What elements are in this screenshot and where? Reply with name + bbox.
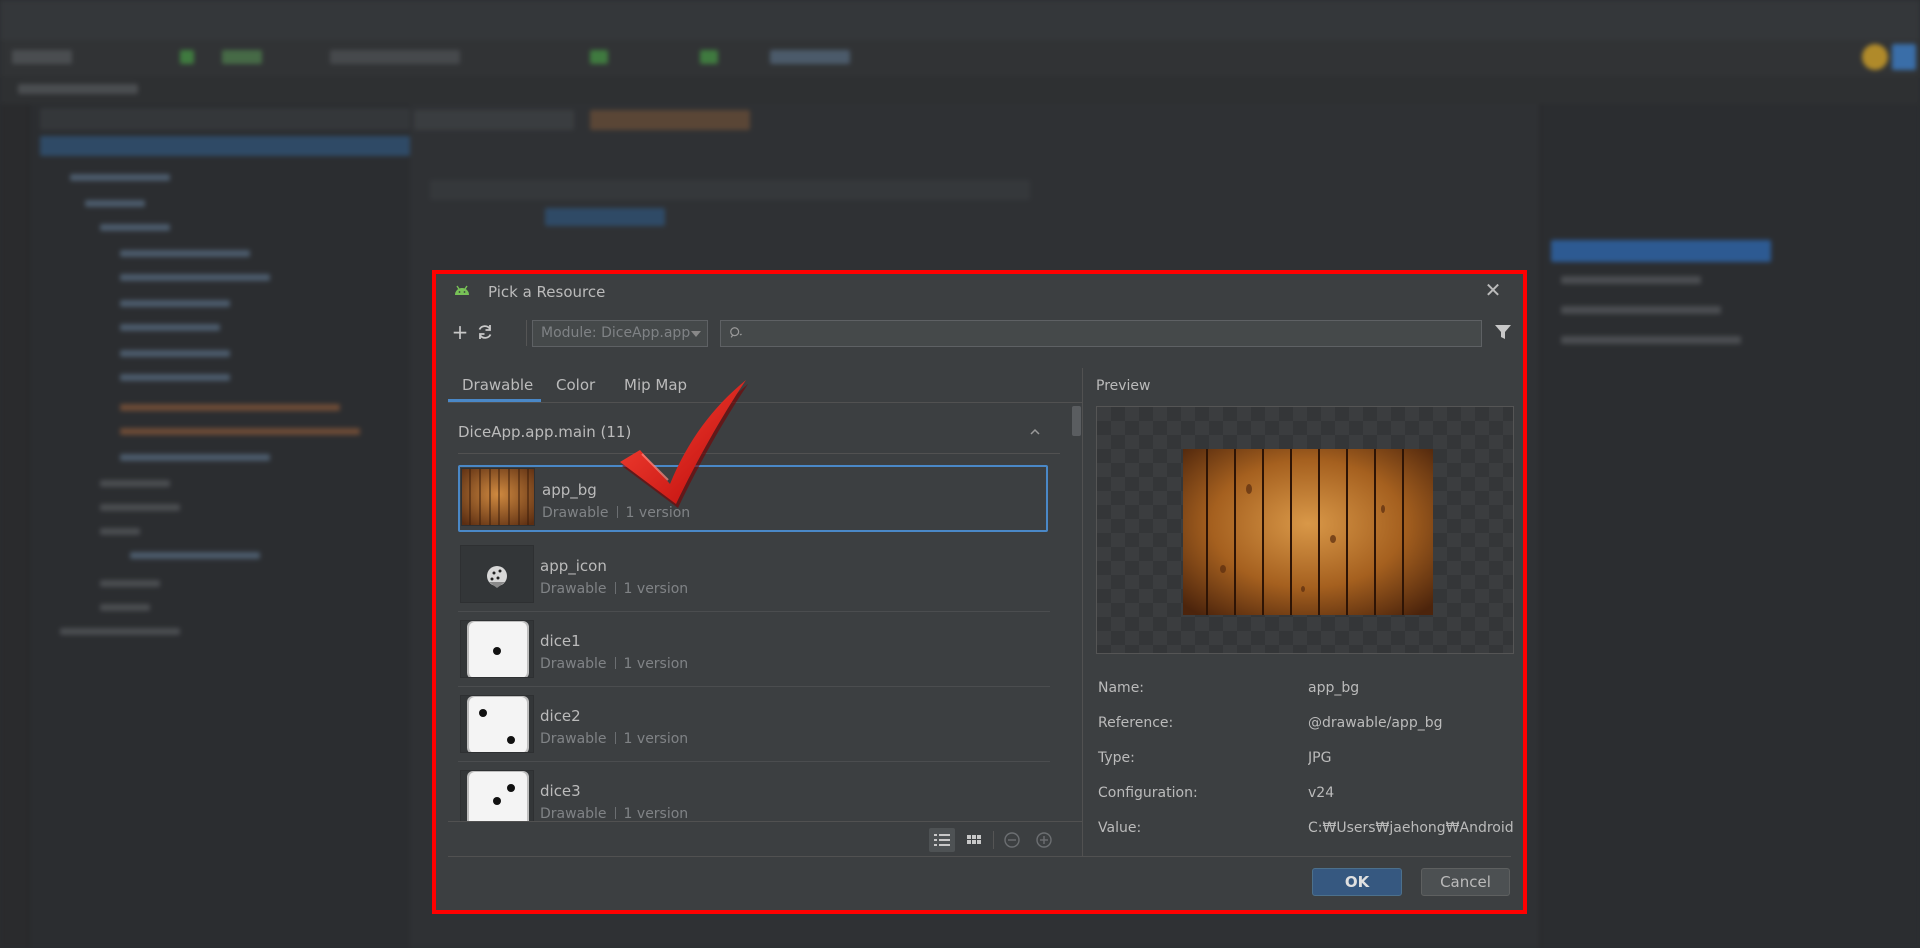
resource-thumbnail [461,468,535,526]
cancel-button[interactable]: Cancel [1421,868,1510,896]
property-value: app_bg [1308,680,1360,696]
close-icon[interactable]: ✕ [1483,280,1503,300]
tab-mip-map[interactable]: Mip Map [624,376,687,394]
resource-meta: Drawable 1 version [540,731,689,747]
ide-breadcrumb [0,76,1920,104]
toolbar-separator [526,320,527,346]
group-divider [458,453,1060,454]
panel-divider [1082,368,1083,856]
dialog-titlebar: Pick a Resource ✕ [436,274,1523,308]
list-scrollbar[interactable] [1072,406,1081,436]
resource-name: dice3 [540,782,581,800]
list-item[interactable]: app_icon Drawable 1 version [458,543,1050,612]
pick-resource-dialog: Pick a Resource ✕ + Module: DiceApp.app [432,270,1527,914]
property-key: Reference: [1098,715,1174,731]
resource-meta: Drawable 1 version [540,656,689,672]
property-key: Name: [1098,680,1145,696]
dialog-title: Pick a Resource [488,283,606,301]
dice-two-icon [467,696,529,752]
android-icon [455,285,469,295]
dice-icon [487,566,507,588]
property-row: Value: C:₩Users₩jaehong₩Android... [1098,820,1518,840]
dialog-toolbar: + Module: DiceApp.app [436,308,1523,356]
property-value: C:₩Users₩jaehong₩Android... [1308,820,1514,836]
chevron-down-icon [691,331,701,337]
tab-color[interactable]: Color [556,376,595,394]
property-key: Configuration: [1098,785,1198,801]
resource-meta: Drawable 1 version [542,505,691,521]
resource-thumbnail [460,770,534,821]
ide-attributes-panel [1540,104,1920,948]
property-value: @drawable/app_bg [1308,715,1443,731]
tab-active-indicator [448,399,541,402]
resource-meta: Drawable 1 version [540,581,689,597]
resource-thumbnail [460,545,534,603]
search-field[interactable] [720,320,1482,347]
preview-image [1183,449,1433,615]
property-row: Configuration: v24 [1098,785,1518,805]
bottom-bar-separator [993,831,994,849]
resource-name: dice2 [540,707,581,725]
search-input[interactable] [751,323,1475,346]
zoom-in-icon[interactable] [1035,831,1053,849]
search-icon [730,327,743,338]
preview-label: Preview [1096,378,1151,394]
dice-three-icon [467,771,529,821]
item-divider [458,761,1050,762]
refresh-icon[interactable] [476,323,494,341]
zoom-out-icon[interactable] [1003,831,1021,849]
resource-thumbnail [460,695,534,753]
resource-name: dice1 [540,632,581,650]
list-item[interactable]: app_bg Drawable 1 version [458,465,1048,532]
chevron-up-icon[interactable] [1030,427,1040,437]
resource-meta: Drawable 1 version [540,806,689,821]
ide-project-panel [0,104,411,948]
module-dropdown[interactable]: Module: DiceApp.app [532,320,708,347]
list-item[interactable]: dice3 Drawable 1 version [458,768,1048,821]
property-row: Type: JPG [1098,750,1518,770]
list-bottom-bar [448,821,1082,858]
footer-divider [448,856,1511,857]
grid-view-icon[interactable] [961,828,987,852]
dice-one-icon [467,621,529,677]
property-key: Type: [1098,750,1135,766]
ide-menubar [0,0,1920,40]
resource-list: DiceApp.app.main (11) app_bg Drawable 1 … [448,403,1070,821]
resource-thumbnail [460,620,534,678]
property-key: Value: [1098,820,1142,836]
filter-icon[interactable] [1494,323,1512,341]
ide-toolbar [0,40,1920,76]
item-divider [458,686,1050,687]
group-header: DiceApp.app.main (11) [458,423,632,441]
list-item[interactable]: dice1 Drawable 1 version [458,618,1050,687]
property-value: v24 [1308,785,1335,801]
property-value: JPG [1308,750,1332,766]
ok-button[interactable]: OK [1312,868,1402,896]
resource-name: app_bg [542,481,597,499]
add-icon[interactable]: + [448,320,472,344]
property-row: Reference: @drawable/app_bg [1098,715,1518,735]
module-dropdown-value: Module: DiceApp.app [541,325,691,341]
item-divider [458,611,1050,612]
property-row: Name: app_bg [1098,680,1518,700]
resource-tabs: Drawable Color Mip Map [448,368,1082,403]
resource-name: app_icon [540,557,607,575]
tab-drawable[interactable]: Drawable [462,376,533,394]
list-item[interactable]: dice2 Drawable 1 version [458,693,1050,762]
preview-canvas [1096,406,1514,654]
resource-list-panel: Drawable Color Mip Map DiceApp.app.main … [448,368,1082,856]
ide-tool-strip [0,104,29,948]
wood-texture-image [462,469,534,525]
list-view-icon[interactable] [929,828,955,852]
